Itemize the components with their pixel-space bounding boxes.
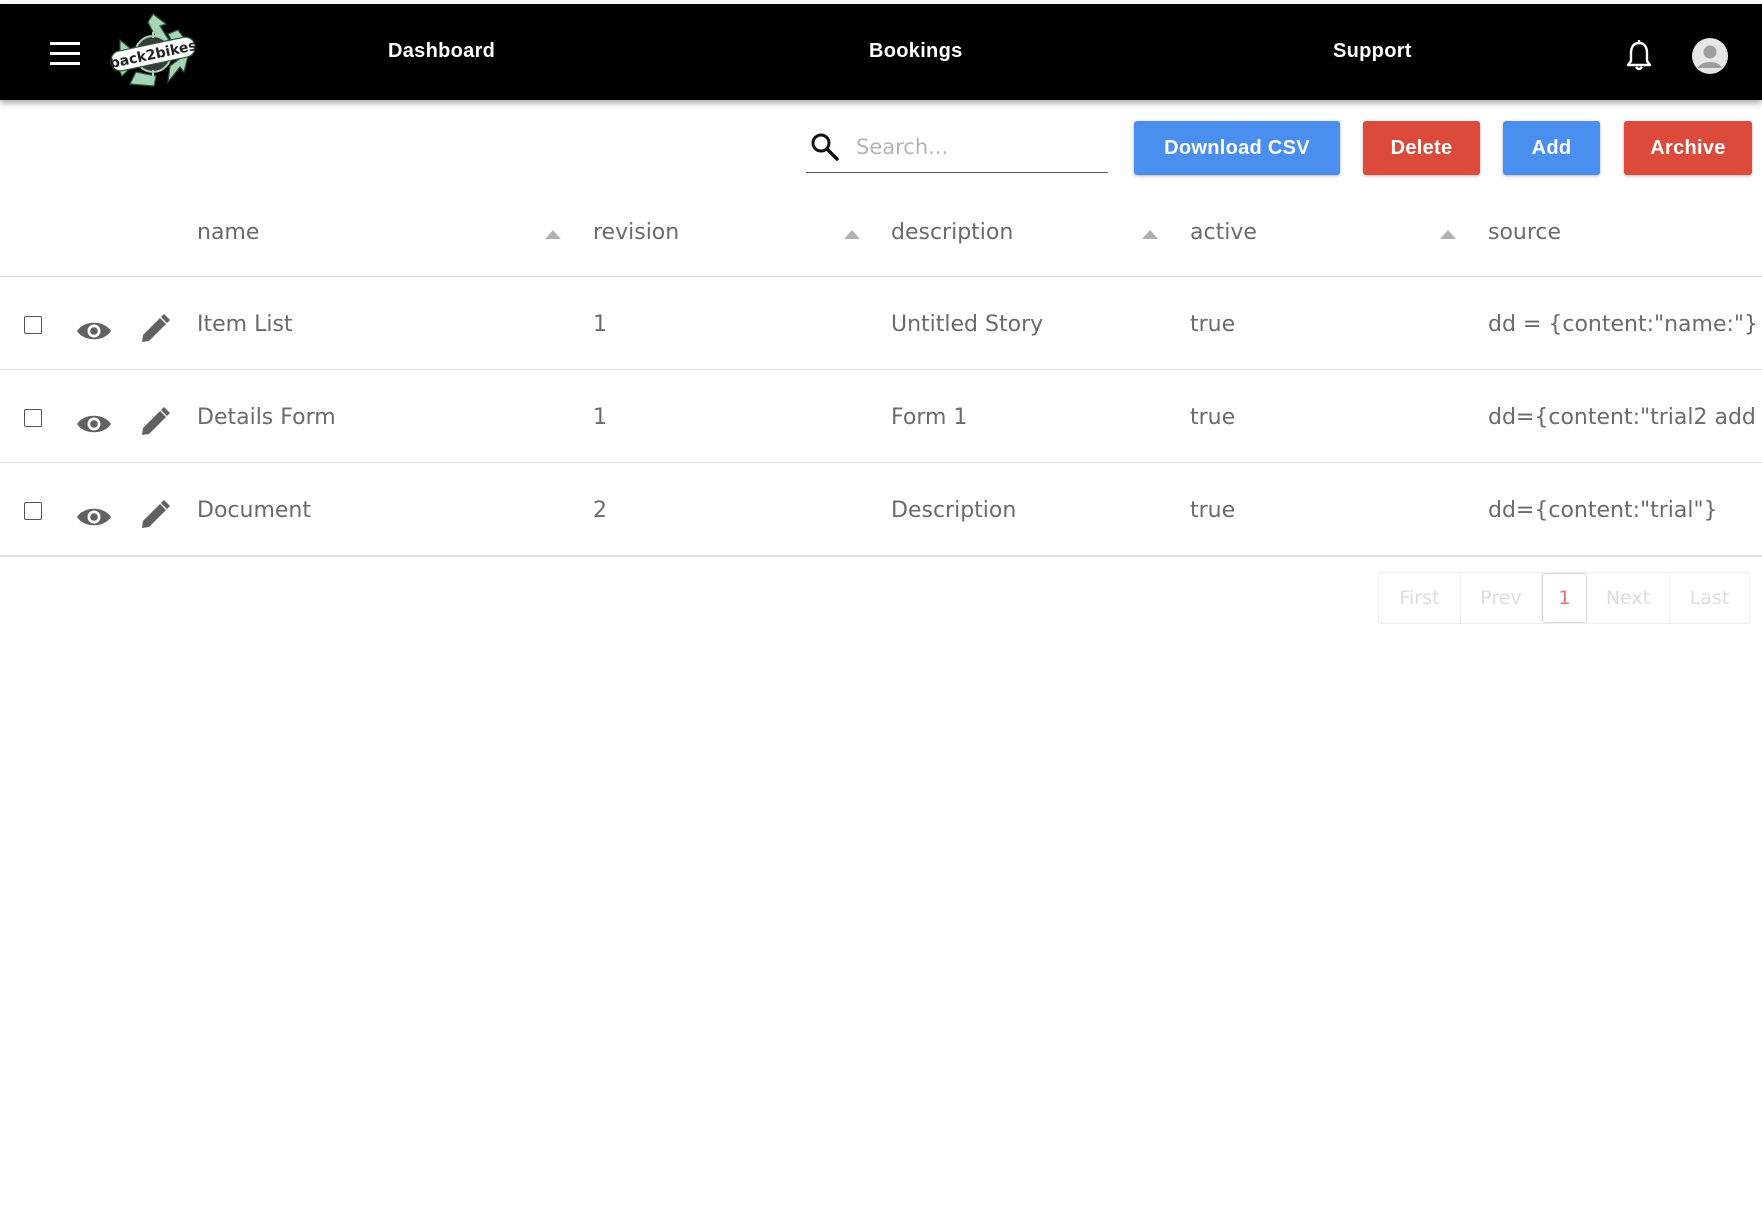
cell-revision: 1 [593,405,607,430]
search-input[interactable] [854,128,1108,166]
column-header-description[interactable]: description [891,220,1013,245]
pagination: First Prev 1 Next Last [1378,572,1750,624]
pagination-last[interactable]: Last [1670,573,1749,623]
pagination-current-page[interactable]: 1 [1542,573,1587,623]
user-avatar-icon[interactable] [1692,38,1728,74]
header-divider [0,276,1762,277]
search-icon[interactable] [810,132,840,162]
eye-icon[interactable] [76,504,112,530]
table-row: Details Form 1 Form 1 true dd={content:"… [0,381,1762,473]
cell-description: Description [891,498,1017,523]
cell-name: Details Form [197,405,336,430]
column-header-active[interactable]: active [1190,220,1257,245]
nav-dashboard[interactable]: Dashboard [388,40,495,63]
top-navbar: back2bikes Dashboard Bookings Support [0,4,1762,100]
column-header-name[interactable]: name [197,220,259,245]
sort-up-icon[interactable] [1440,230,1456,239]
row-divider [0,369,1762,370]
row-divider [0,462,1762,463]
row-checkbox[interactable] [24,502,42,520]
app-logo[interactable]: back2bikes [108,10,198,94]
pagination-next[interactable]: Next [1587,573,1670,623]
cell-active: true [1190,405,1236,430]
pagination-prev[interactable]: Prev [1461,573,1542,623]
nav-bookings[interactable]: Bookings [869,40,963,63]
cell-revision: 1 [593,312,607,337]
pencil-icon[interactable] [140,314,170,344]
cell-description: Untitled Story [891,312,1044,337]
pencil-icon[interactable] [140,500,170,530]
eye-icon[interactable] [76,411,112,437]
sort-up-icon[interactable] [1142,230,1158,239]
row-checkbox[interactable] [24,409,42,427]
menu-icon[interactable] [50,42,80,66]
pagination-first[interactable]: First [1379,573,1461,623]
cell-active: true [1190,312,1236,337]
cell-source: dd = {content:"name:"} [1488,312,1759,337]
bell-icon[interactable] [1624,40,1654,72]
pencil-icon[interactable] [140,407,170,437]
sort-up-icon[interactable] [545,230,561,239]
table-bottom-divider [0,555,1762,557]
cell-source: dd={content:"trial2 add [1488,405,1756,430]
nav-support[interactable]: Support [1333,40,1412,63]
download-csv-button[interactable]: Download CSV [1134,121,1340,175]
add-button[interactable]: Add [1503,121,1600,175]
sort-up-icon[interactable] [844,230,860,239]
table-row: Item List 1 Untitled Story true dd = {co… [0,288,1762,380]
column-header-revision[interactable]: revision [593,220,679,245]
archive-button[interactable]: Archive [1624,121,1752,175]
cell-source: dd={content:"trial"} [1488,498,1718,523]
cell-name: Document [197,498,311,523]
cell-active: true [1190,498,1236,523]
cell-description: Form 1 [891,405,968,430]
row-checkbox[interactable] [24,316,42,334]
cell-revision: 2 [593,498,607,523]
cell-name: Item List [197,312,293,337]
delete-button[interactable]: Delete [1363,121,1480,175]
search-box [806,120,1108,173]
table-row: Document 2 Description true dd={content:… [0,474,1762,566]
column-header-source[interactable]: source [1488,220,1561,245]
eye-icon[interactable] [76,318,112,344]
